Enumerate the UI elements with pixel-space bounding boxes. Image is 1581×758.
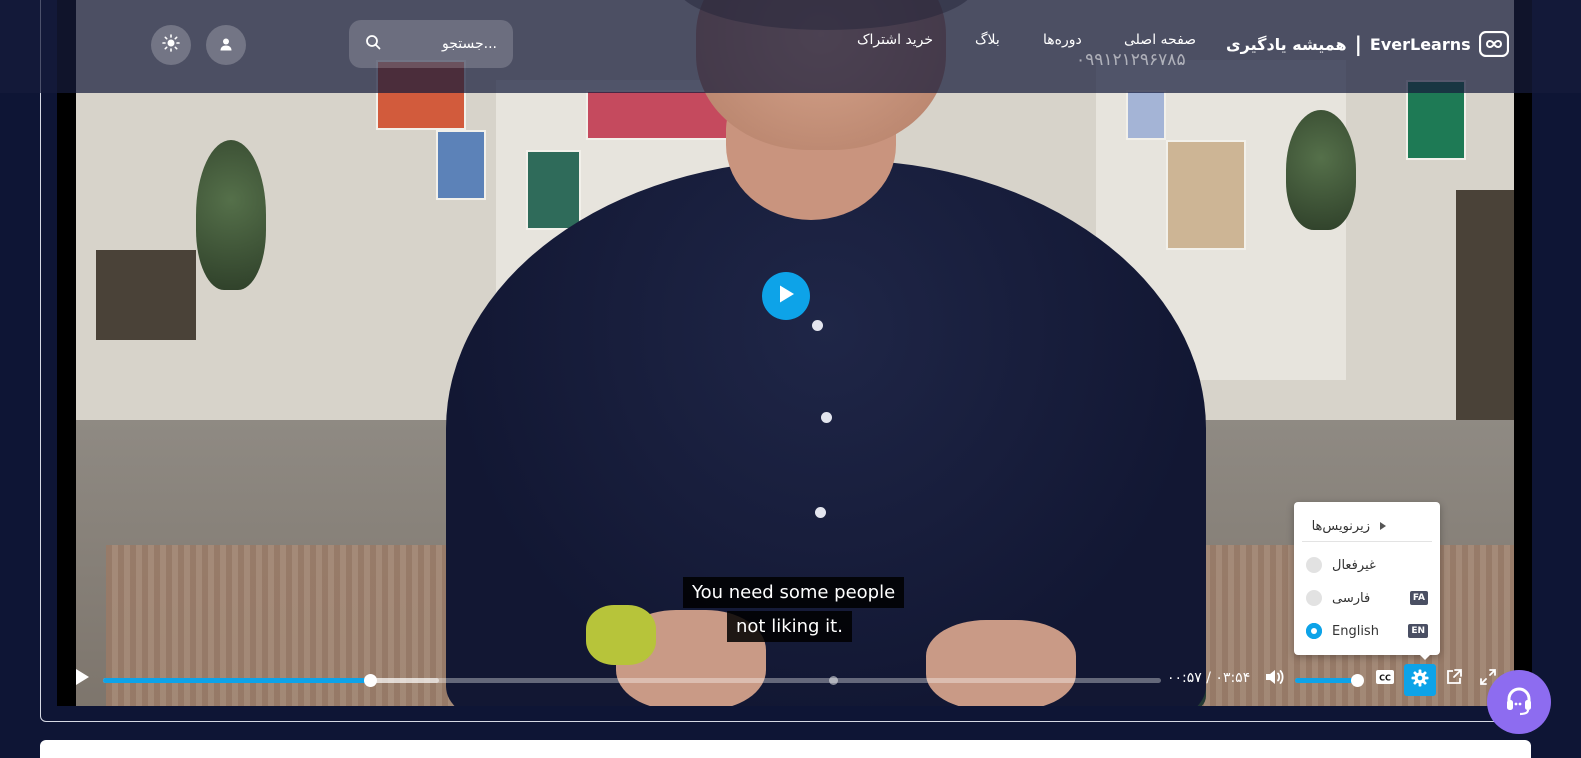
nav-home[interactable]: صفحه اصلی [1124,32,1196,48]
brand-logo[interactable]: همیشه یادگیری | EverLearns [1226,30,1509,58]
headset-icon [1502,683,1536,721]
caption-option-off[interactable]: غیرفعال [1306,553,1428,577]
sun-icon [162,34,180,56]
caret-right-icon [1380,519,1386,534]
volume-level [1295,678,1357,683]
progress-bar[interactable] [103,674,1161,687]
caption-option-label: فارسی [1332,590,1371,606]
phone-number: ۰۹۹۱۲۱۲۹۶۷۸۵ [1076,50,1186,70]
nav-subscribe[interactable]: خرید اشتراک [857,32,933,48]
radio-en-selected[interactable] [1306,623,1322,639]
search-input[interactable]: جستجو... [442,36,497,52]
play-icon [74,668,90,690]
captions-button[interactable]: CC [1368,662,1402,696]
language-badge: FA [1409,591,1428,605]
brand-tagline: همیشه یادگیری [1226,34,1347,54]
volume-icon [1264,668,1284,690]
external-link-icon [1445,668,1463,690]
nav-courses[interactable]: دوره‌ها [1043,32,1082,48]
menu-caret [1419,654,1431,660]
captions-menu-back[interactable]: زیرنویس‌ها [1302,512,1432,542]
play-button[interactable] [65,662,99,696]
user-icon [219,36,233,55]
duration: ۰۳:۵۴ [1215,670,1251,686]
subtitle-line-2: not liking it. [727,611,852,642]
caption-option-en[interactable]: English EN [1306,619,1428,643]
language-badge: EN [1408,624,1428,638]
theme-toggle-button[interactable] [151,25,191,65]
caption-option-fa[interactable]: فارسی FA [1306,586,1428,610]
current-time: ۰۰:۵۷ [1167,670,1202,686]
time-display: ۰۰:۵۷ / ۰۳:۵۴ [1167,670,1250,686]
gear-icon [1411,669,1429,691]
play-icon [777,284,795,308]
player-controls: ۰۰:۵۷ / ۰۳:۵۴ CC [57,662,1532,700]
support-button[interactable] [1487,670,1551,734]
site-header: همیشه یادگیری | EverLearns صفحه اصلی دور… [0,0,1581,93]
pip-button[interactable] [1437,662,1471,696]
progress-played [103,678,370,683]
everlearns-logo-icon [1478,30,1509,58]
user-button[interactable] [206,25,246,65]
progress-handle[interactable] [363,674,377,687]
nav-blog[interactable]: بلاگ [975,32,1000,48]
captions-menu-title: زیرنویس‌ها [1311,519,1370,534]
captions-menu: زیرنویس‌ها غیرفعال فارسی FA English EN [1294,502,1440,655]
mute-button[interactable] [1257,662,1291,696]
content-card [40,740,1531,758]
volume-handle[interactable] [1351,674,1364,687]
search-icon[interactable] [365,34,381,54]
search-box[interactable]: جستجو... [349,20,513,68]
radio-off[interactable] [1306,557,1322,573]
caption-option-label: English [1332,623,1379,639]
brand-name: EverLearns [1369,34,1471,54]
chapter-marker [829,676,839,685]
svg-text:CC: CC [1379,674,1391,683]
time-separator: / [1206,670,1211,686]
subtitle-line-1: You need some people [683,577,905,608]
caption-option-label: غیرفعال [1332,557,1376,573]
settings-button[interactable] [1404,664,1436,696]
brand-separator: | [1354,32,1362,56]
cc-icon: CC [1375,669,1395,689]
big-play-button[interactable] [762,272,810,320]
volume-slider[interactable] [1295,674,1364,687]
radio-fa[interactable] [1306,590,1322,606]
